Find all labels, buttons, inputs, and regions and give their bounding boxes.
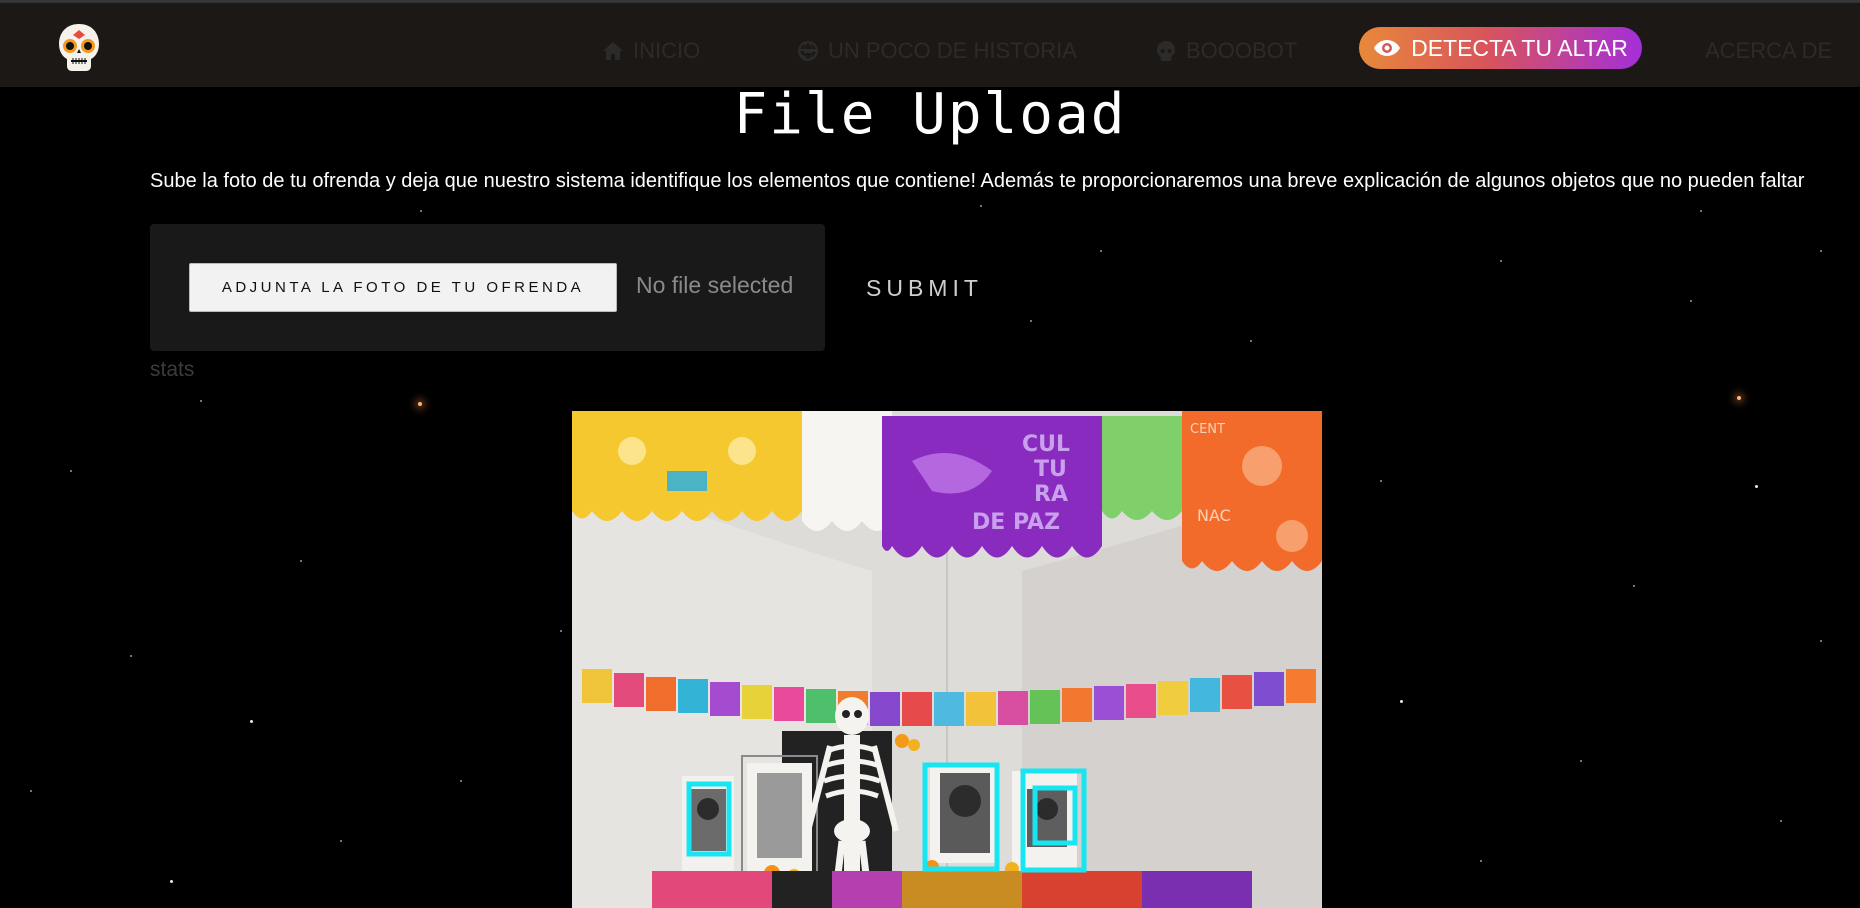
papel-picado-orange: CENT NAC <box>1182 411 1322 571</box>
stats-label: stats <box>150 358 195 381</box>
papel-picado-green <box>1102 416 1182 520</box>
banner-text: TU <box>1034 457 1067 482</box>
eye-icon <box>1374 40 1401 56</box>
banner-text: CENT <box>1190 422 1225 437</box>
papel-picado-white <box>802 411 892 531</box>
result-image: CUL TU RA DE PAZ CENT NAC <box>572 411 1322 908</box>
file-upload-button[interactable]: ADJUNTA LA FOTO DE TU OFRENDA <box>189 263 617 312</box>
page-subtitle: Sube la foto de tu ofrenda y deja que nu… <box>150 170 1805 192</box>
sugar-skull-icon[interactable] <box>56 22 102 72</box>
nav-item-label: BOOOBOT <box>1186 38 1298 63</box>
nav-item-acerca-de[interactable]: ACERCA DE <box>1705 37 1832 65</box>
papel-picado-purple: CUL TU RA DE PAZ <box>882 416 1102 558</box>
banner-text: NAC <box>1197 506 1231 525</box>
banner-text: DE PAZ <box>972 510 1060 535</box>
nav-item-label: INICIO <box>633 38 701 63</box>
cta-label: DETECTA TU ALTAR <box>1411 34 1628 61</box>
home-icon <box>603 42 623 60</box>
detecta-tu-altar-button[interactable]: DETECTA TU ALTAR <box>1359 27 1642 69</box>
submit-button[interactable]: SUBMIT <box>866 275 983 302</box>
nav-item-label: UN POCO DE HISTORIA <box>828 38 1077 63</box>
upload-panel: ADJUNTA LA FOTO DE TU OFRENDA No file se… <box>150 224 825 351</box>
page-title: File Upload <box>733 82 1127 147</box>
nav-item-label: ACERCA DE <box>1705 38 1833 63</box>
nav-item-inicio[interactable]: INICIO <box>601 37 700 65</box>
nav-item-booobot[interactable]: BOOOBOT <box>1154 37 1297 65</box>
banner-text: CUL <box>1022 432 1070 457</box>
file-status-text: No file selected <box>636 272 794 298</box>
nav-item-historia[interactable]: UN POCO DE HISTORIA <box>796 37 1077 65</box>
banner-text: RA <box>1034 482 1068 507</box>
papel-picado-yellow <box>572 411 802 521</box>
top-navbar: INICIO UN POCO DE HISTORIA BOOOBOT DETEC… <box>0 3 1860 87</box>
skull-icon <box>1157 41 1175 61</box>
globe-icon <box>798 41 818 61</box>
